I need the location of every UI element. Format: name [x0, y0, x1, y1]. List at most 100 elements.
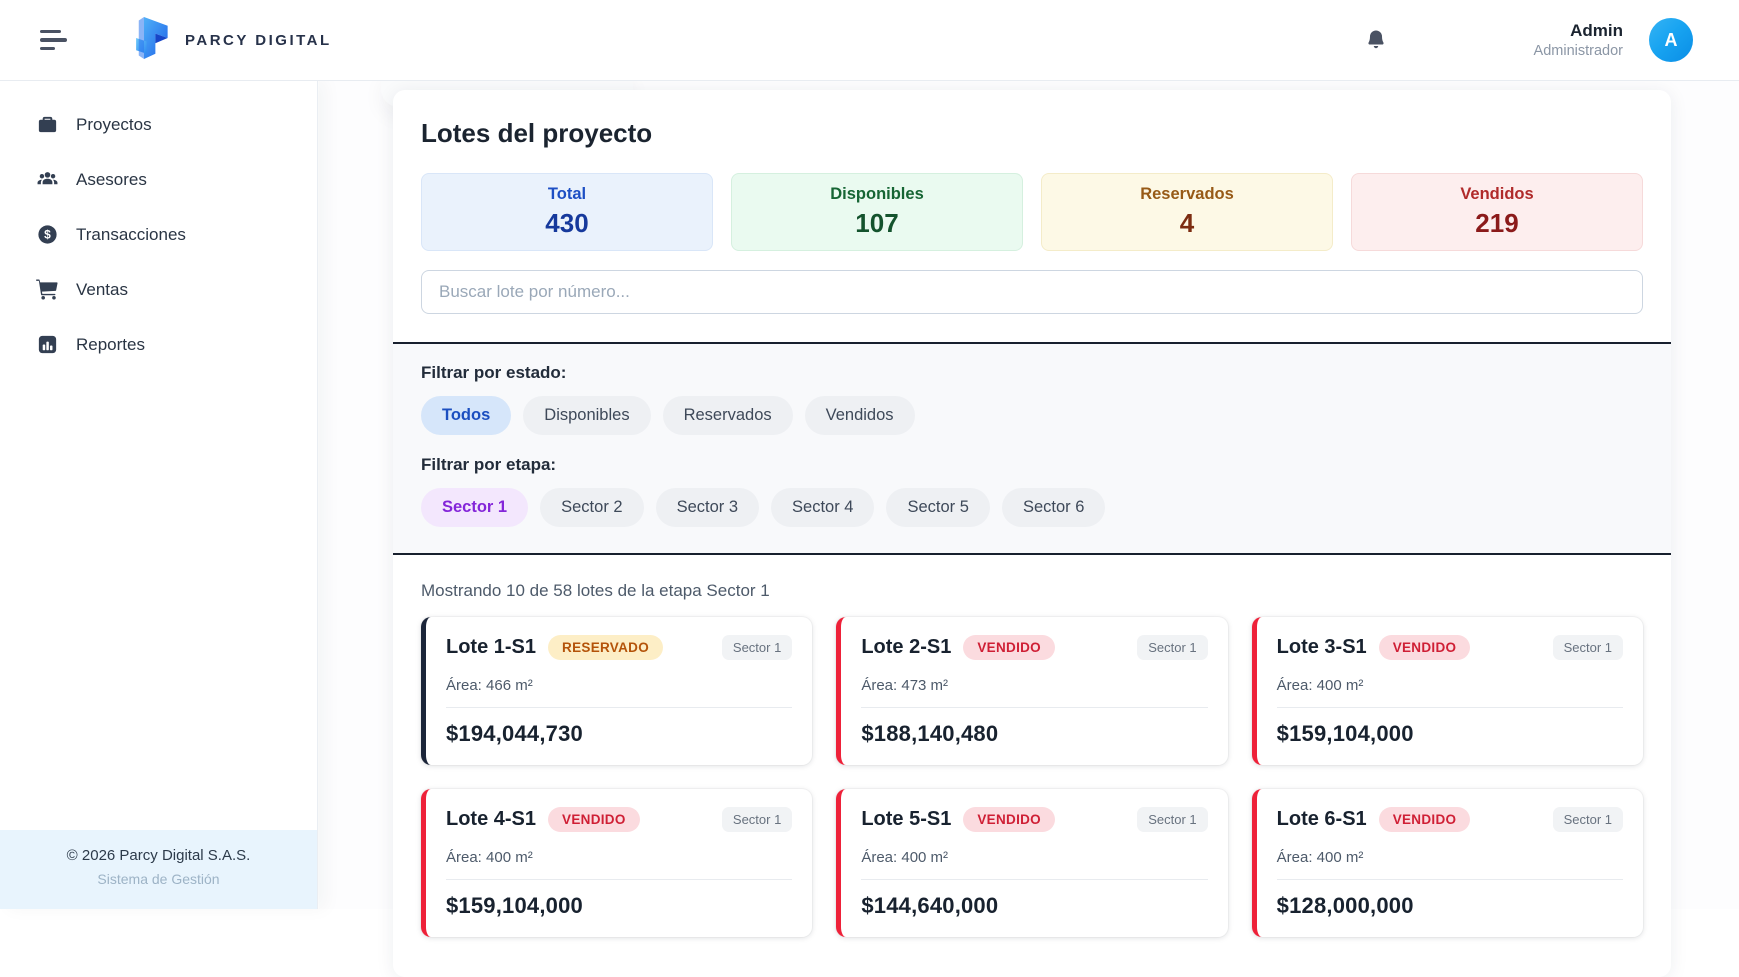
lots-panel: Lotes del proyecto Total 430 Disponibles… [393, 90, 1671, 977]
lot-price: $159,104,000 [446, 893, 792, 919]
estado-pill-vendidos[interactable]: Vendidos [805, 396, 915, 435]
hamburger-menu-icon[interactable] [40, 28, 70, 52]
user-name: Admin [1534, 20, 1623, 41]
search-input[interactable] [421, 270, 1643, 314]
divider [446, 707, 792, 708]
lot-title: Lote 5-S1 [861, 808, 951, 831]
etapa-pill-sector-6[interactable]: Sector 6 [1002, 488, 1105, 527]
etapa-pill-sector-3[interactable]: Sector 3 [656, 488, 759, 527]
lot-card-lote-1-s1[interactable]: Lote 1-S1 RESERVADO Sector 1 Área: 466 m… [421, 617, 812, 765]
stat-label: Disponibles [830, 185, 924, 204]
lots-grid: Lote 1-S1 RESERVADO Sector 1 Área: 466 m… [421, 617, 1643, 937]
filter-etapa-label: Filtrar por etapa: [421, 455, 1643, 475]
sector-badge: Sector 1 [1137, 635, 1207, 660]
sidebar-item-label: Asesores [76, 170, 147, 190]
showing-count-text: Mostrando 10 de 58 lotes de la etapa Sec… [421, 581, 1643, 601]
lot-area: Área: 473 m² [861, 677, 1207, 694]
users-icon [36, 168, 59, 191]
sidebar-item-transacciones[interactable]: $ Transacciones [0, 207, 317, 262]
sector-badge: Sector 1 [722, 635, 792, 660]
etapa-pills: Sector 1 Sector 2 Sector 3 Sector 4 Sect… [421, 488, 1643, 527]
stat-label: Total [548, 185, 586, 204]
sidebar-item-label: Proyectos [76, 115, 152, 135]
estado-pill-disponibles[interactable]: Disponibles [523, 396, 650, 435]
etapa-pill-sector-2[interactable]: Sector 2 [540, 488, 643, 527]
stat-value: 219 [1475, 208, 1518, 239]
lot-area: Área: 466 m² [446, 677, 792, 694]
stat-label: Reservados [1140, 185, 1234, 204]
lot-card-lote-6-s1[interactable]: Lote 6-S1 VENDIDO Sector 1 Área: 400 m² … [1252, 789, 1643, 937]
filter-section: Filtrar por estado: Todos Disponibles Re… [393, 342, 1671, 555]
sector-badge: Sector 1 [1553, 635, 1623, 660]
estado-pill-todos[interactable]: Todos [421, 396, 511, 435]
status-badge: VENDIDO [548, 807, 640, 832]
divider [1277, 707, 1623, 708]
lot-card-lote-3-s1[interactable]: Lote 3-S1 VENDIDO Sector 1 Área: 400 m² … [1252, 617, 1643, 765]
stat-value: 430 [545, 208, 588, 239]
etapa-pill-sector-4[interactable]: Sector 4 [771, 488, 874, 527]
divider [861, 707, 1207, 708]
stat-label: Vendidos [1460, 185, 1533, 204]
stat-value: 4 [1180, 208, 1194, 239]
lot-title: Lote 4-S1 [446, 808, 536, 831]
top-header: PARCY DIGITAL Admin Administrador A [0, 0, 1739, 81]
divider [861, 879, 1207, 880]
lot-title: Lote 1-S1 [446, 636, 536, 659]
lot-price: $159,104,000 [1277, 721, 1623, 747]
sector-badge: Sector 1 [1553, 807, 1623, 832]
avatar[interactable]: A [1649, 18, 1693, 62]
sidebar-item-label: Ventas [76, 280, 128, 300]
user-menu[interactable]: Admin Administrador [1534, 20, 1623, 59]
main-area: Lotes del proyecto Total 430 Disponibles… [319, 81, 1739, 909]
lot-price: $188,140,480 [861, 721, 1207, 747]
page-title: Lotes del proyecto [421, 118, 1643, 149]
logo-mark-icon [130, 15, 172, 66]
sidebar-footer: © 2026 Parcy Digital S.A.S. Sistema de G… [0, 830, 317, 909]
divider [446, 879, 792, 880]
lot-price: $128,000,000 [1277, 893, 1623, 919]
status-badge: VENDIDO [1379, 807, 1471, 832]
sidebar-item-asesores[interactable]: Asesores [0, 152, 317, 207]
stat-card-disponibles: Disponibles 107 [731, 173, 1023, 251]
status-badge: RESERVADO [548, 635, 663, 660]
lot-card-lote-2-s1[interactable]: Lote 2-S1 VENDIDO Sector 1 Área: 473 m² … [836, 617, 1227, 765]
lot-area: Área: 400 m² [1277, 677, 1623, 694]
lot-card-lote-4-s1[interactable]: Lote 4-S1 VENDIDO Sector 1 Área: 400 m² … [421, 789, 812, 937]
sidebar-item-label: Transacciones [76, 225, 186, 245]
notifications-bell-icon[interactable] [1364, 28, 1388, 52]
lot-title: Lote 6-S1 [1277, 808, 1367, 831]
lot-price: $144,640,000 [861, 893, 1207, 919]
lot-area: Área: 400 m² [446, 849, 792, 866]
sidebar-item-label: Reportes [76, 335, 145, 355]
sidebar-nav: Proyectos Asesores $ Transacciones Venta… [0, 97, 317, 372]
stat-card-vendidos: Vendidos 219 [1351, 173, 1643, 251]
briefcase-icon [36, 113, 59, 136]
cart-icon [36, 278, 59, 301]
lot-title: Lote 3-S1 [1277, 636, 1367, 659]
sidebar: Proyectos Asesores $ Transacciones Venta… [0, 81, 318, 909]
sidebar-item-reportes[interactable]: Reportes [0, 317, 317, 372]
lot-price: $194,044,730 [446, 721, 792, 747]
status-badge: VENDIDO [963, 807, 1055, 832]
brand-logo[interactable]: PARCY DIGITAL [130, 15, 332, 66]
lot-area: Área: 400 m² [861, 849, 1207, 866]
estado-pill-reservados[interactable]: Reservados [663, 396, 793, 435]
stat-card-total: Total 430 [421, 173, 713, 251]
etapa-pill-sector-5[interactable]: Sector 5 [886, 488, 989, 527]
stat-card-reservados: Reservados 4 [1041, 173, 1333, 251]
sidebar-item-ventas[interactable]: Ventas [0, 262, 317, 317]
lot-card-lote-5-s1[interactable]: Lote 5-S1 VENDIDO Sector 1 Área: 400 m² … [836, 789, 1227, 937]
dollar-icon: $ [36, 223, 59, 246]
lot-title: Lote 2-S1 [861, 636, 951, 659]
sector-badge: Sector 1 [1137, 807, 1207, 832]
filter-estado-label: Filtrar por estado: [421, 363, 1643, 383]
status-badge: VENDIDO [963, 635, 1055, 660]
lot-area: Área: 400 m² [1277, 849, 1623, 866]
sector-badge: Sector 1 [722, 807, 792, 832]
etapa-pill-sector-1[interactable]: Sector 1 [421, 488, 528, 527]
svg-text:$: $ [44, 228, 51, 242]
system-subtitle: Sistema de Gestión [10, 871, 307, 887]
status-badge: VENDIDO [1379, 635, 1471, 660]
divider [1277, 879, 1623, 880]
sidebar-item-proyectos[interactable]: Proyectos [0, 97, 317, 152]
